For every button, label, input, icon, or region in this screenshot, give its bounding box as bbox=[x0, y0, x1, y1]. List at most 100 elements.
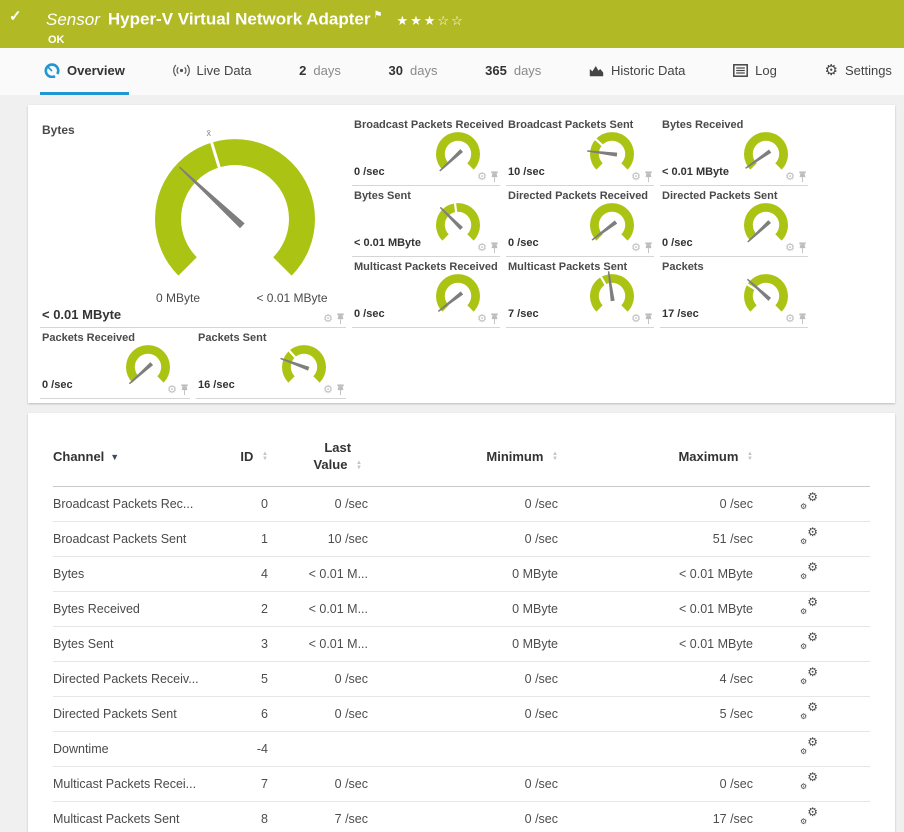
channel-row-multicast-packets-recei: Multicast Packets Recei... 7 0 /sec 0 /sec 0… bbox=[53, 766, 870, 802]
pin-icon[interactable] bbox=[798, 313, 807, 325]
tab-label: Settings bbox=[844, 62, 892, 78]
channel-minimum: 0 /sec bbox=[368, 486, 558, 522]
tab-log[interactable]: Log bbox=[729, 48, 781, 95]
channel-maximum bbox=[558, 731, 753, 767]
tab-settings[interactable]: ⚙ Settings bbox=[821, 48, 896, 95]
gauge-label: Bytes Sent bbox=[354, 190, 411, 202]
sort-desc-icon[interactable]: ▼ bbox=[110, 452, 119, 462]
pin-icon[interactable] bbox=[798, 242, 807, 254]
channel-name[interactable]: Broadcast Packets Sent bbox=[53, 521, 218, 557]
channel-name[interactable]: Downtime bbox=[53, 731, 218, 767]
average-label: x̄ bbox=[206, 128, 211, 138]
column-header-channel[interactable]: Channel ▼ bbox=[53, 413, 218, 487]
gauge-scale-min: 0 MByte bbox=[155, 291, 200, 305]
column-header-last-value[interactable]: Last Value ▲ ▼ bbox=[268, 413, 368, 487]
channel-settings-gears-icon[interactable]: ⚙ ⚙ bbox=[800, 806, 818, 826]
channel-last-value: 0 /sec bbox=[268, 766, 368, 802]
pin-icon[interactable] bbox=[180, 384, 189, 396]
channel-last-value: < 0.01 M... bbox=[268, 591, 368, 627]
gauge-icon-row: ⚙ bbox=[477, 313, 499, 325]
pin-icon[interactable] bbox=[336, 384, 345, 396]
channel-gear-icon[interactable]: ⚙ bbox=[631, 243, 641, 254]
tab-live-data[interactable]: Live Data bbox=[169, 48, 256, 95]
gauge-icon-row: ⚙ bbox=[785, 242, 807, 254]
channel-gear-icon[interactable]: ⚙ bbox=[631, 172, 641, 183]
channel-settings-gears-icon[interactable]: ⚙ ⚙ bbox=[800, 491, 818, 511]
channel-settings-gears-icon[interactable]: ⚙ ⚙ bbox=[800, 526, 818, 546]
channel-gear-icon[interactable]: ⚙ bbox=[323, 314, 333, 325]
tab-historic-data[interactable]: Historic Data bbox=[585, 48, 689, 95]
channel-minimum: 0 MByte bbox=[368, 626, 558, 662]
gauge-cell-broadcast-packets-sent: Broadcast Packets Sent 10 /sec ⚙ bbox=[506, 115, 654, 186]
column-header-maximum[interactable]: Maximum ▲ ▼ bbox=[558, 413, 753, 487]
column-header-id[interactable]: ID ▲ ▼ bbox=[218, 413, 268, 487]
channel-gear-icon[interactable]: ⚙ bbox=[631, 314, 641, 325]
channel-name[interactable]: Multicast Packets Sent bbox=[53, 801, 218, 832]
channel-settings-cell: ⚙ ⚙ bbox=[753, 661, 870, 697]
channel-name[interactable]: Bytes Sent bbox=[53, 626, 218, 662]
gauge-icon bbox=[44, 62, 60, 78]
tab-label: days bbox=[409, 62, 438, 78]
pin-icon[interactable] bbox=[644, 242, 653, 254]
gauge-value: < 0.01 MByte bbox=[662, 166, 729, 178]
pin-icon[interactable] bbox=[798, 171, 807, 183]
channel-name[interactable]: Broadcast Packets Rec... bbox=[53, 486, 218, 522]
channel-id: 1 bbox=[218, 521, 268, 557]
pin-icon[interactable] bbox=[490, 171, 499, 183]
channel-settings-gears-icon[interactable]: ⚙ ⚙ bbox=[800, 666, 818, 686]
pin-icon[interactable] bbox=[490, 313, 499, 325]
channel-name[interactable]: Directed Packets Sent bbox=[53, 696, 218, 732]
channel-settings-gears-icon[interactable]: ⚙ ⚙ bbox=[800, 631, 818, 651]
channel-name[interactable]: Bytes bbox=[53, 556, 218, 592]
flag-icon[interactable]: ⚑ bbox=[374, 10, 383, 21]
channel-gear-icon[interactable]: ⚙ bbox=[477, 172, 487, 183]
sensor-status: OK bbox=[48, 33, 65, 46]
pin-icon[interactable] bbox=[644, 313, 653, 325]
channel-gear-icon[interactable]: ⚙ bbox=[477, 243, 487, 254]
channel-settings-gears-icon[interactable]: ⚙ ⚙ bbox=[800, 596, 818, 616]
channel-minimum bbox=[368, 731, 558, 767]
channel-name[interactable]: Bytes Received bbox=[53, 591, 218, 627]
gauge-arc bbox=[155, 139, 315, 276]
channel-settings-gears-icon[interactable]: ⚙ ⚙ bbox=[800, 561, 818, 581]
channel-gear-icon[interactable]: ⚙ bbox=[785, 243, 795, 254]
channel-last-value: 10 /sec bbox=[268, 521, 368, 557]
tab-2-days[interactable]: 2 days bbox=[295, 48, 345, 95]
channel-settings-gears-icon[interactable]: ⚙ ⚙ bbox=[800, 771, 818, 791]
sort-arrows-icon[interactable]: ▲ ▼ bbox=[262, 451, 268, 462]
gauge-label: Packets Sent bbox=[198, 332, 267, 344]
priority-stars[interactable]: ★★★☆☆ bbox=[396, 13, 464, 28]
channel-name[interactable]: Multicast Packets Recei... bbox=[53, 766, 218, 802]
gauge-icon-row: ⚙ bbox=[631, 242, 653, 254]
tab-overview[interactable]: Overview bbox=[40, 48, 129, 95]
gauge-value: 16 /sec bbox=[198, 379, 235, 391]
bytes-gauge[interactable]: x̄ bbox=[135, 123, 335, 288]
channel-row-multicast-packets-sent: Multicast Packets Sent 8 7 /sec 0 /sec 17 /s… bbox=[53, 801, 870, 832]
pin-icon[interactable] bbox=[644, 171, 653, 183]
channel-gear-icon[interactable]: ⚙ bbox=[323, 385, 333, 396]
sort-arrows-icon[interactable]: ▲ ▼ bbox=[747, 451, 753, 462]
sort-arrows-icon[interactable]: ▲ ▼ bbox=[356, 460, 362, 471]
sort-arrows-icon[interactable]: ▲ ▼ bbox=[552, 451, 558, 462]
channel-gear-icon[interactable]: ⚙ bbox=[477, 314, 487, 325]
pin-icon[interactable] bbox=[490, 242, 499, 254]
tab-365-days[interactable]: 365 days bbox=[481, 48, 545, 95]
channel-id: 7 bbox=[218, 766, 268, 802]
channel-id: 3 bbox=[218, 626, 268, 662]
channel-gear-icon[interactable]: ⚙ bbox=[167, 385, 177, 396]
gauge-value: 10 /sec bbox=[508, 166, 545, 178]
channel-gear-icon[interactable]: ⚙ bbox=[785, 172, 795, 183]
gauge-cell-packets-received: Packets Received 0 /sec ⚙ bbox=[40, 328, 190, 399]
column-header-minimum[interactable]: Minimum ▲ ▼ bbox=[368, 413, 558, 487]
pin-icon[interactable] bbox=[336, 313, 345, 325]
gauge-arc bbox=[590, 203, 634, 241]
channel-settings-cell: ⚙ ⚙ bbox=[753, 801, 870, 832]
channel-settings-gears-icon[interactable]: ⚙ ⚙ bbox=[800, 701, 818, 721]
channel-name[interactable]: Directed Packets Receiv... bbox=[53, 661, 218, 697]
channel-settings-gears-icon[interactable]: ⚙ ⚙ bbox=[800, 736, 818, 756]
gauge-cell-packets-sent: Packets Sent 16 /sec ⚙ bbox=[196, 328, 346, 399]
tab-30-days[interactable]: 30 days bbox=[385, 48, 442, 95]
channel-minimum: 0 /sec bbox=[368, 801, 558, 832]
channel-gear-icon[interactable]: ⚙ bbox=[785, 314, 795, 325]
channel-minimum: 0 /sec bbox=[368, 661, 558, 697]
